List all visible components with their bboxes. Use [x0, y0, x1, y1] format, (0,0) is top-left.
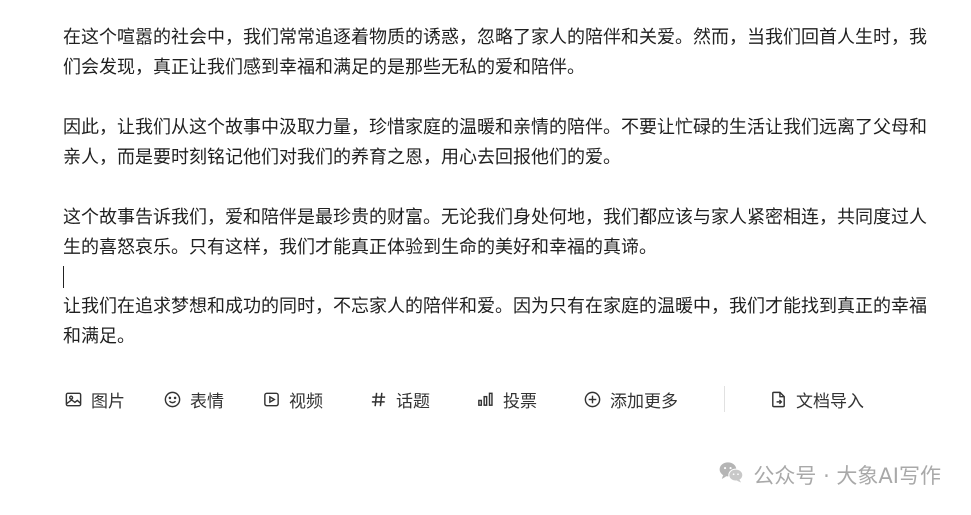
watermark: 公众号 · 大象AI写作 — [717, 458, 941, 491]
wechat-icon — [717, 458, 745, 491]
document-import-button-label: 文档导入 — [796, 391, 864, 412]
vote-button[interactable]: 投票 — [476, 385, 537, 413]
image-icon — [64, 390, 83, 409]
hashtag-icon — [369, 390, 388, 409]
watermark-text: 公众号 · 大象AI写作 — [753, 463, 941, 488]
topic-button-label: 话题 — [396, 391, 430, 412]
article-editor[interactable]: 在这个喧嚣的社会中，我们常常追逐着物质的诱惑，忽略了家人的陪伴和关爱。然而，当我… — [63, 23, 933, 263]
emoji-button-label: 表情 — [190, 391, 224, 412]
add-more-button-label: 添加更多 — [610, 391, 678, 412]
emoji-button[interactable]: 表情 — [163, 385, 224, 413]
bar-chart-icon — [476, 390, 495, 409]
text-cursor — [63, 266, 64, 288]
topic-button[interactable]: 话题 — [369, 385, 430, 413]
toolbar-divider — [724, 386, 725, 412]
image-button-label: 图片 — [91, 391, 125, 412]
image-button[interactable]: 图片 — [64, 385, 125, 413]
document-import-icon — [769, 390, 788, 409]
plus-circle-icon — [583, 390, 602, 409]
vote-button-label: 投票 — [503, 391, 537, 412]
video-button[interactable]: 视频 — [262, 385, 323, 413]
document-import-button[interactable]: 文档导入 — [769, 385, 864, 413]
editor-toolbar: 图片 表情 视频 话题 投票 添加更多 文档导入 — [64, 385, 924, 413]
smiley-icon — [163, 390, 182, 409]
add-more-button[interactable]: 添加更多 — [583, 385, 678, 413]
video-button-label: 视频 — [289, 391, 323, 412]
video-icon — [262, 390, 281, 409]
paragraph-3: 这个故事告诉我们，爱和陪伴是最珍贵的财富。无论我们身处何地，我们都应该与家人紧密… — [63, 207, 927, 258]
paragraph-1: 在这个喧嚣的社会中，我们常常追逐着物质的诱惑，忽略了家人的陪伴和关爱。然而，当我… — [63, 27, 927, 78]
paragraph-4: 让我们在追求梦想和成功的同时，不忘家人的陪伴和爱。因为只有在家庭的温暖中，我们才… — [63, 296, 927, 347]
paragraph-2: 因此，让我们从这个故事中汲取力量，珍惜家庭的温暖和亲情的陪伴。不要让忙碌的生活让… — [63, 117, 927, 168]
